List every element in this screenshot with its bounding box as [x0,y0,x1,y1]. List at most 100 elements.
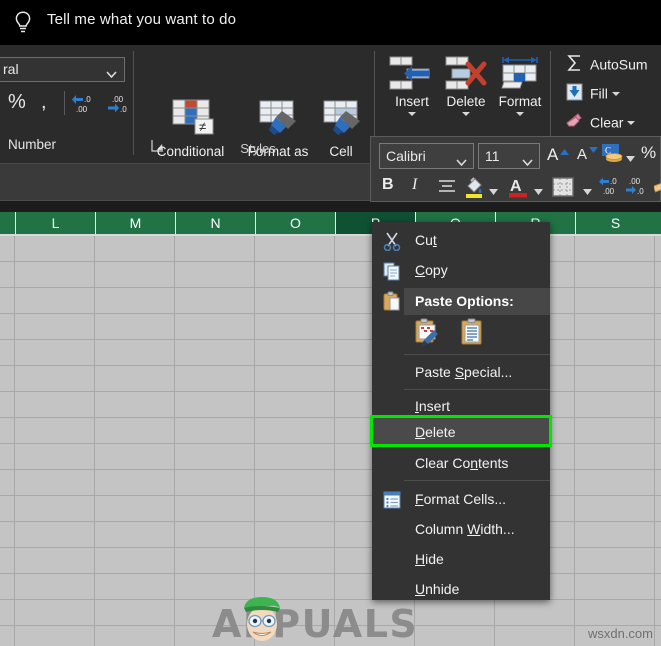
divider [404,354,550,355]
context-menu-item-paste-special[interactable]: Paste Special... [372,358,550,388]
clipboard-icon [382,291,402,311]
worksheet-grid[interactable]: L M N O P Q R S [0,212,661,646]
comma-style-button[interactable]: , [41,91,47,114]
tell-me-input[interactable]: Tell me what you want to do [47,11,236,28]
italic-button[interactable]: I [412,176,417,194]
eraser-icon [566,112,583,133]
context-menu-item-delete[interactable]: Delete [372,418,550,448]
paste-formatting-icon[interactable] [412,318,440,353]
column-header-O[interactable]: O [255,212,335,234]
paste-option-buttons [372,318,550,354]
grid-cells[interactable] [0,236,661,646]
paste-values-icon[interactable] [458,318,486,353]
svg-text:.0: .0 [84,95,91,104]
chevron-down-icon [522,153,533,160]
font-name-select[interactable]: Calibri [379,143,474,169]
bold-button[interactable]: B [382,176,394,194]
site-watermark: wsxdn.com [588,626,653,641]
chevron-down-icon[interactable] [612,92,620,96]
font-size-select[interactable]: 11 [478,143,540,169]
tell-me-bar: Tell me what you want to do [0,0,661,45]
delete-cells-icon [435,54,497,94]
chevron-down-icon[interactable] [489,182,498,200]
context-menu-label-paste-special: Paste Special... [415,364,512,380]
context-menu-item-clear-contents[interactable]: Clear Contents [372,449,550,479]
borders-icon[interactable] [552,177,574,202]
context-menu-item-copy[interactable]: Copy [372,256,550,286]
number-format-value: ral [3,61,19,77]
context-menu-label-insert: Insert [415,398,450,414]
context-menu-label-paste-options: Paste Options: [415,293,514,309]
context-menu-item-unhide[interactable]: Unhide [372,575,550,605]
context-menu-label-clear-contents: Clear Contents [415,455,508,471]
column-header-N[interactable]: N [175,212,255,234]
fill-color-icon[interactable] [464,176,484,203]
percent-style-button[interactable]: % [8,91,26,114]
chevron-down-icon[interactable] [408,112,416,116]
clear-button[interactable]: Clear [566,112,635,133]
grow-font-button[interactable]: A [547,145,558,165]
accounting-number-format-button[interactable]: C [602,144,624,169]
fill-label: Fill [590,86,608,102]
fill-button[interactable]: Fill [566,83,620,104]
svg-text:.0: .0 [637,187,644,196]
divider [404,389,550,390]
context-menu-label-hide: Hide [415,551,444,567]
font-size-value: 11 [485,148,500,164]
context-menu-label-cut: Cut [415,232,437,248]
svg-text:A: A [510,178,522,195]
context-menu-item-paste-options: Paste Options: [372,286,550,316]
chevron-down-icon[interactable] [462,112,470,116]
increase-decimal-button[interactable]: .0 .00 [72,93,102,115]
chevron-down-icon[interactable] [534,182,543,200]
delete-cells-button[interactable]: Delete [435,54,497,116]
context-menu-label-unhide: Unhide [415,581,459,597]
context-menu-label-copy: Copy [415,262,448,278]
number-group-label: Number [8,137,56,152]
context-menu-item-format-cells[interactable]: Format Cells... [372,485,550,515]
chevron-down-icon[interactable] [583,182,592,200]
fill-down-icon [566,83,583,104]
chevron-down-icon [106,65,117,72]
insert-cells-icon [381,54,443,94]
format-cells-list-icon [382,490,402,510]
delete-cells-label: Delete [435,94,497,109]
font-color-icon[interactable]: A [508,175,528,204]
percent-style-button[interactable]: % [641,143,656,163]
context-menu-label-delete: Delete [415,424,455,440]
number-format-select[interactable]: ral [0,57,125,82]
autosum-button[interactable]: AutoSum [566,54,648,75]
context-menu-item-hide[interactable]: Hide [372,545,550,575]
sigma-icon [566,54,583,75]
mini-formatting-toolbar: Calibri 11 A A C % [370,136,661,202]
context-menu-item-cut[interactable]: Cut [372,226,550,256]
align-icon[interactable] [438,179,456,198]
autosum-label: AutoSum [590,57,648,73]
svg-text:.00: .00 [76,105,88,114]
divider [404,480,550,481]
insert-cells-label: Insert [381,94,443,109]
conditional-formatting-icon: ≠ [163,124,219,141]
divider [133,51,134,155]
context-menu-item-column-width[interactable]: Column Width... [372,515,550,545]
cell-styles-icon [316,124,366,141]
column-header-S[interactable]: S [575,212,655,234]
insert-cells-button[interactable]: Insert [381,54,443,116]
svg-text:.00: .00 [629,177,641,186]
format-cells-button[interactable]: Format [489,54,551,116]
shrink-font-button[interactable]: A [577,146,587,163]
format-cells-icon [489,54,551,94]
chevron-down-icon [456,153,467,160]
decrease-decimal-button[interactable]: .00 .0 [626,175,654,202]
svg-text:.0: .0 [610,177,617,186]
column-header-L[interactable]: L [15,212,95,234]
svg-text:.0: .0 [120,105,127,114]
increase-decimal-button[interactable]: .0 .00 [599,175,627,202]
excel-window: Tell me what you want to do ral % , .0 .… [0,0,661,646]
column-header-M[interactable]: M [95,212,175,234]
format-painter-icon[interactable] [654,179,661,202]
font-name-value: Calibri [386,148,426,164]
chevron-down-icon[interactable] [516,112,524,116]
chevron-down-icon[interactable] [627,121,635,125]
chevron-down-icon[interactable] [626,149,635,167]
